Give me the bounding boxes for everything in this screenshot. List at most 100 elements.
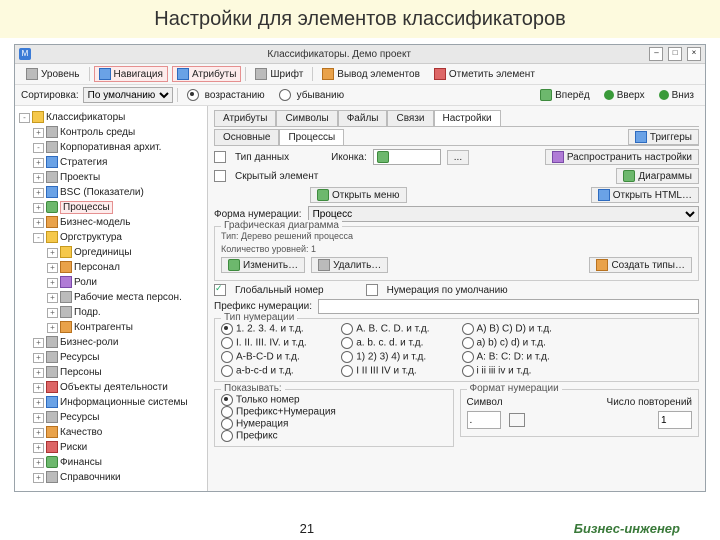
window-min-button[interactable]: –	[649, 47, 663, 61]
show-option[interactable]: Нумерация	[221, 418, 447, 430]
propagate-button[interactable]: Распространить настройки	[545, 149, 699, 165]
menu-icon	[317, 189, 329, 201]
num-option[interactable]: A-B-C-D и т.д.	[221, 351, 331, 363]
delete-button[interactable]: Удалить…	[311, 257, 388, 273]
tree-item[interactable]: +Информационные системы	[33, 395, 205, 410]
mark-element-button[interactable]: Отметить элемент	[429, 66, 540, 82]
desc-radio-icon	[279, 89, 291, 101]
symbol-input[interactable]	[467, 411, 501, 429]
navigation-button[interactable]: Навигация	[94, 66, 168, 82]
tree-item[interactable]: +BSC (Показатели)	[33, 185, 205, 200]
tab-files[interactable]: Файлы	[338, 110, 388, 126]
num-option[interactable]: A. B. C. D. и т.д.	[341, 323, 451, 335]
tree-item[interactable]: +Справочники	[33, 470, 205, 485]
tree-item[interactable]: +Бизнес-роли	[33, 335, 205, 350]
symbol-label: Символ	[467, 397, 503, 408]
folder-icon	[46, 126, 58, 138]
font-button[interactable]: Шрифт	[250, 66, 308, 82]
tab-attributes[interactable]: Атрибуты	[214, 110, 276, 126]
window-max-button[interactable]: □	[668, 47, 682, 61]
sort-select[interactable]: По умолчанию	[83, 87, 173, 103]
tree-item[interactable]: +Персонал	[47, 260, 205, 275]
tree-item[interactable]: +Объекты деятельности	[33, 380, 205, 395]
type-checkbox[interactable]	[214, 151, 226, 163]
tree-item[interactable]: +Проекты	[33, 170, 205, 185]
create-types-button[interactable]: Создать типы…	[589, 257, 692, 273]
tree-item-selected[interactable]: +Процессы	[33, 200, 205, 215]
process-icon	[46, 201, 58, 213]
num-option[interactable]: I. II. III. IV. и т.д.	[221, 337, 331, 349]
tree-item[interactable]: +Контроль среды	[33, 125, 205, 140]
tree-item[interactable]: +Роли	[47, 275, 205, 290]
window-close-button[interactable]: ×	[687, 47, 701, 61]
diagrams-button[interactable]: Диаграммы	[616, 168, 699, 184]
open-html-button[interactable]: Открыть HTML…	[591, 187, 699, 203]
tree-item[interactable]: +Стратегия	[33, 155, 205, 170]
prefix-field[interactable]	[318, 299, 699, 314]
tab-links[interactable]: Связи	[387, 110, 433, 126]
form-select[interactable]: Процесс	[308, 206, 699, 222]
tree-item[interactable]: +Оргединицы	[47, 245, 205, 260]
up-button[interactable]: Вверх	[599, 88, 650, 103]
show-option[interactable]: Префикс	[221, 430, 447, 442]
tree-item[interactable]: +Контрагенты	[47, 320, 205, 335]
tree-item[interactable]: +Бизнес-модель	[33, 215, 205, 230]
elements-output-button[interactable]: Вывод элементов	[317, 66, 425, 82]
tree-item[interactable]: -Оргструктура +Оргединицы +Персонал +Рол…	[33, 230, 205, 335]
num-option[interactable]: a) b) c) d) и т.д.	[462, 337, 572, 349]
icon-browse-button[interactable]: ...	[447, 150, 469, 165]
sort-asc-button[interactable]: возрастанию	[182, 87, 270, 103]
tree-item[interactable]: +Ресурсы	[33, 350, 205, 365]
folder-icon	[46, 411, 58, 423]
level-button[interactable]: Уровень	[21, 66, 85, 82]
default-num-checkbox[interactable]	[366, 284, 378, 296]
num-option[interactable]: a. b. c. d. и т.д.	[341, 337, 451, 349]
classifier-tree[interactable]: -Классификаторы +Контроль среды -Корпора…	[15, 106, 208, 491]
tree-item[interactable]: +Рабочие места персон.	[47, 290, 205, 305]
tree-item[interactable]: -Корпоративная архит.	[33, 140, 205, 155]
num-option[interactable]: 1) 2) 3) 4) и т.д.	[341, 351, 451, 363]
repeat-input[interactable]	[658, 411, 692, 429]
brand-label: Бизнес-инженер	[574, 521, 680, 536]
triggers-button[interactable]: Триггеры	[628, 129, 699, 145]
object-icon	[46, 381, 58, 393]
subtab-basic[interactable]: Основные	[214, 129, 279, 145]
minus-icon	[318, 259, 330, 271]
diagram-icon	[623, 170, 635, 182]
graph-type-text: Тип: Дерево решений процесса	[221, 231, 692, 241]
tree-item[interactable]: +Ресурсы	[33, 410, 205, 425]
color-chip[interactable]	[509, 413, 525, 427]
num-option[interactable]: a-b-c-d и т.д.	[221, 365, 331, 377]
num-option[interactable]: i ii iii iv и т.д.	[462, 365, 572, 377]
subtab-processes[interactable]: Процессы	[279, 129, 344, 145]
level-icon	[26, 68, 38, 80]
num-option[interactable]: A: B: C: D: и т.д.	[462, 351, 572, 363]
tree-item[interactable]: +Качество	[33, 425, 205, 440]
tree-item[interactable]: +Риски	[33, 440, 205, 455]
sort-desc-button[interactable]: убыванию	[274, 87, 349, 103]
tree-item[interactable]: +Персоны	[33, 365, 205, 380]
down-button[interactable]: Вниз	[654, 88, 699, 103]
person-icon	[60, 261, 72, 273]
open-menu-button[interactable]: Открыть меню	[310, 187, 407, 203]
hidden-checkbox[interactable]	[214, 170, 226, 182]
mark-icon	[434, 68, 446, 80]
tab-symbols[interactable]: Символы	[276, 110, 337, 126]
icon-field[interactable]	[373, 149, 441, 165]
tab-settings[interactable]: Настройки	[434, 110, 501, 126]
show-option[interactable]: Префикс+Нумерация	[221, 406, 447, 418]
tree-item[interactable]: +Финансы	[33, 455, 205, 470]
global-num-checkbox[interactable]	[214, 284, 226, 296]
tree-root[interactable]: -Классификаторы +Контроль среды -Корпора…	[19, 110, 205, 485]
attributes-button[interactable]: Атрибуты	[172, 66, 241, 82]
edit-button[interactable]: Изменить…	[221, 257, 305, 273]
icon-label: Иконка:	[331, 152, 367, 163]
num-option[interactable]: A) B) C) D) и т.д.	[462, 323, 572, 335]
num-option[interactable]: 1. 2. 3. 4. и т.д.	[221, 323, 331, 335]
tree-item[interactable]: +Подр.	[47, 305, 205, 320]
folder-icon	[46, 336, 58, 348]
num-option[interactable]: I II III IV и т.д.	[341, 365, 451, 377]
default-num-label: Нумерация по умолчанию	[387, 285, 508, 296]
forward-button[interactable]: Вперёд	[535, 87, 595, 103]
show-option[interactable]: Только номер	[221, 394, 447, 406]
